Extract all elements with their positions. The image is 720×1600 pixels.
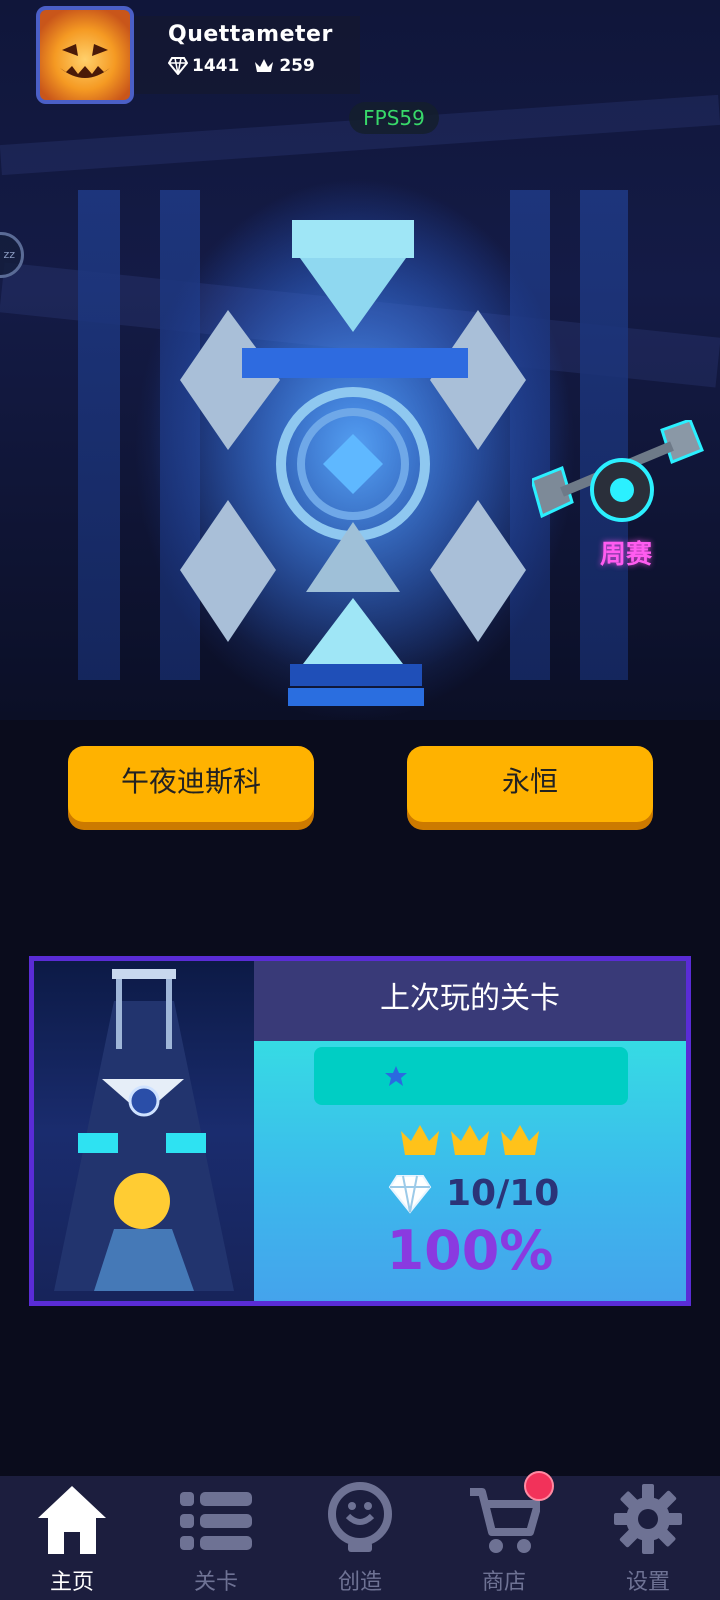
level-thumbnail: [34, 961, 254, 1301]
nav-item-settings[interactable]: 设置: [576, 1476, 720, 1600]
song-button-eternity[interactable]: 永恒: [407, 746, 653, 822]
song-button-midnight-disco[interactable]: 午夜迪斯科: [68, 746, 314, 822]
weekly-contest-label[interactable]: 周赛: [600, 534, 652, 571]
crown-icon: [401, 1125, 439, 1155]
nav-label-create: 创造: [337, 1570, 382, 1595]
gem-stat: 1441: [168, 56, 239, 76]
crown-icon: [451, 1125, 489, 1155]
gem-count: 1441: [192, 56, 240, 76]
gem-progress-value: 10/10: [446, 1173, 560, 1214]
crown-icon: [255, 59, 274, 72]
last-played-card[interactable]: 上次玩的关卡 10/10 100%: [29, 956, 691, 1306]
gem-progress: 10/10: [388, 1173, 559, 1214]
nav-item-shop[interactable]: 商店: [432, 1476, 576, 1600]
level-progress-bar: [314, 1047, 628, 1105]
fps-counter: FPS59: [349, 102, 439, 134]
profile-stats: 1441 259: [168, 56, 329, 76]
star-icon: [385, 1066, 407, 1086]
avatar[interactable]: [36, 6, 134, 104]
bottom-nav: 主页 关卡 创造 商店 设置: [0, 1476, 720, 1600]
pumpkin-avatar-icon: [60, 44, 110, 78]
shop-notification-badge: [524, 1471, 554, 1501]
diamond-icon: [168, 57, 188, 75]
nav-item-create[interactable]: 创造: [288, 1476, 432, 1600]
last-played-title: 上次玩的关卡: [254, 961, 686, 1041]
username: Quettameter: [168, 22, 333, 47]
nav-label-home: 主页: [49, 1570, 94, 1595]
list-icon: [180, 1492, 252, 1550]
completion-percent: 100%: [386, 1219, 554, 1282]
nav-label-levels: 关卡: [193, 1570, 238, 1595]
last-played-stats: 10/10 100%: [254, 1041, 686, 1301]
gear-icon: [614, 1484, 682, 1554]
diamond-icon: [388, 1174, 432, 1214]
nav-label-settings: 设置: [625, 1570, 670, 1595]
crown-count: 259: [279, 56, 315, 76]
lightbulb-icon: [328, 1482, 392, 1552]
home-icon: [38, 1486, 106, 1554]
nav-item-levels[interactable]: 关卡: [144, 1476, 288, 1600]
nav-label-shop: 商店: [481, 1570, 526, 1595]
crown-stat: 259: [253, 56, 315, 76]
crown-icon: [501, 1125, 539, 1155]
crown-rating: [399, 1121, 541, 1159]
nav-item-home[interactable]: 主页: [0, 1476, 144, 1600]
